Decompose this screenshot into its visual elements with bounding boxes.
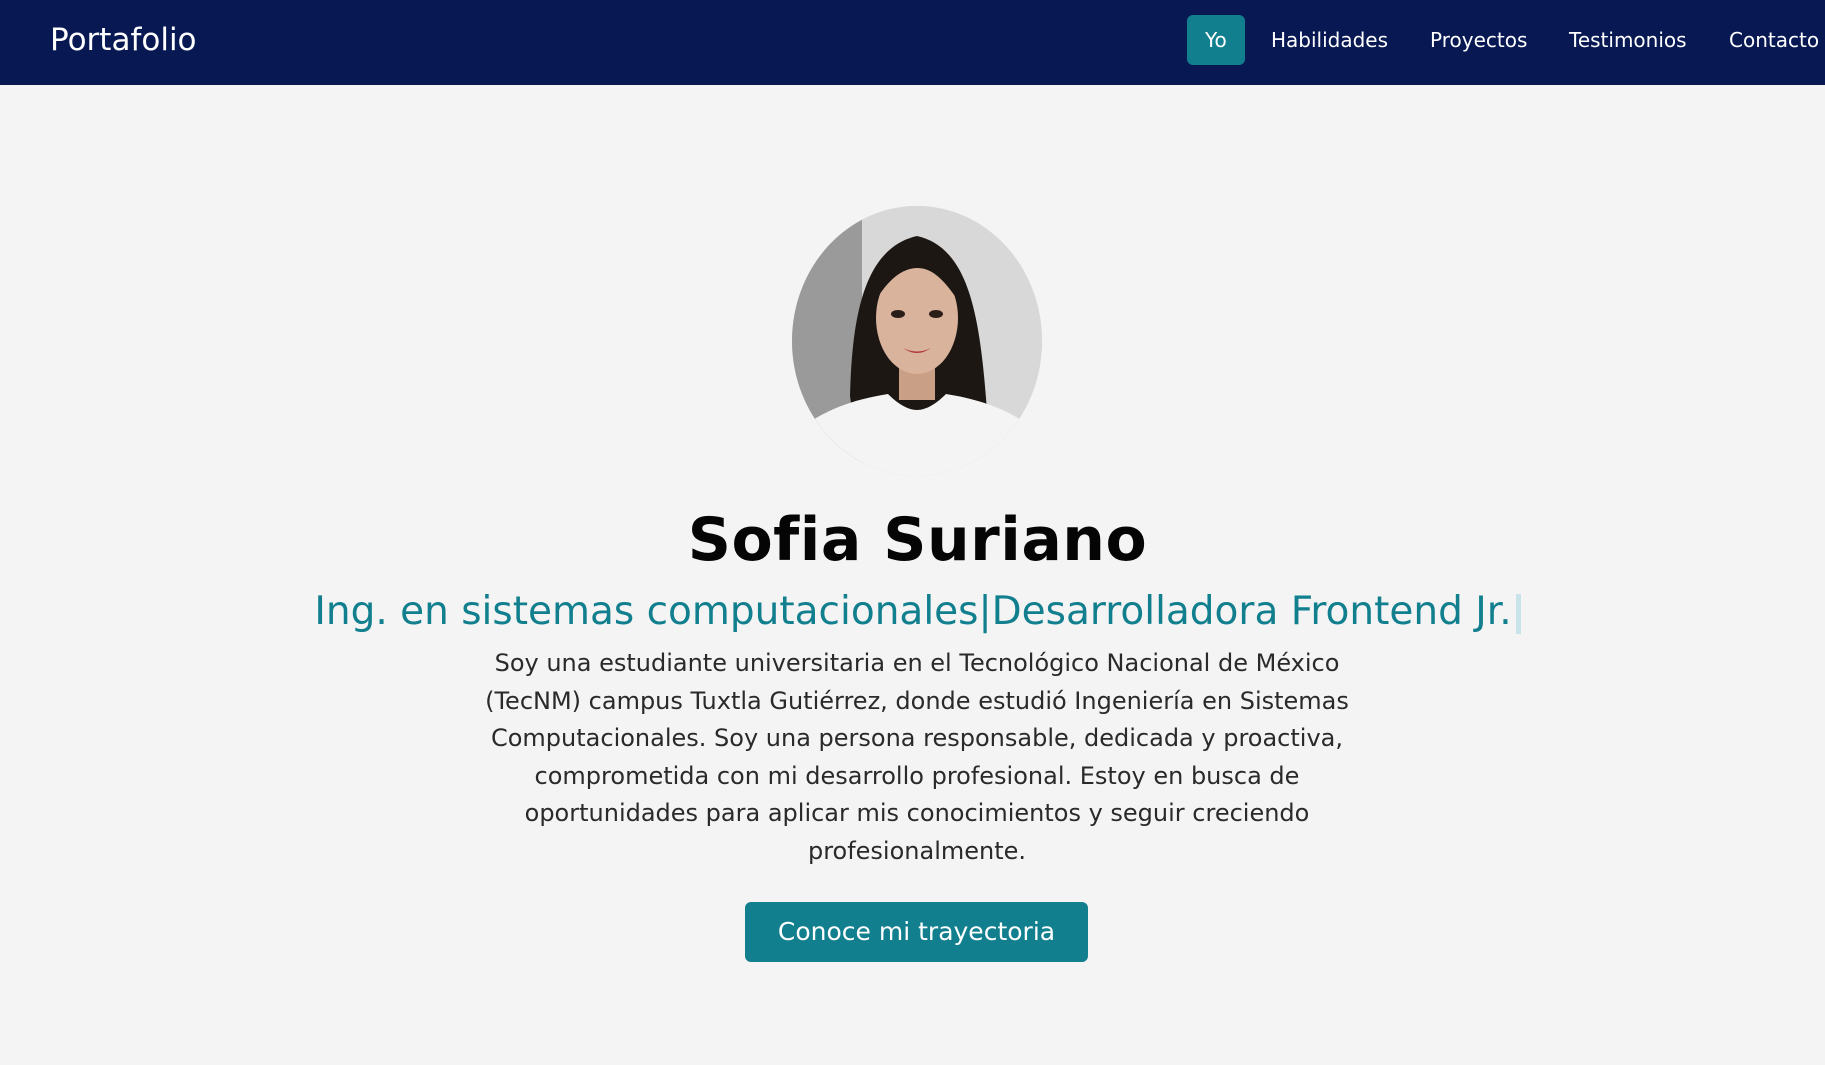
profile-role: Ing. en sistemas computacionales|Desarro… — [0, 587, 1825, 637]
brand-logo[interactable]: Portafolio — [50, 20, 197, 60]
nav-item-contacto[interactable]: Contacto — [1711, 15, 1825, 65]
nav-item-habilidades[interactable]: Habilidades — [1253, 15, 1406, 65]
top-navbar: Portafolio Yo Habilidades Proyectos Test… — [0, 0, 1825, 85]
trajectory-button[interactable]: Conoce mi trayectoria — [745, 902, 1088, 962]
typing-cursor — [1515, 593, 1521, 634]
profile-bio: Soy una estudiante universitaria en el T… — [485, 649, 1349, 865]
nav-item-testimonios[interactable]: Testimonios — [1551, 15, 1705, 65]
profile-name: Sofia Suriano — [687, 505, 1148, 575]
nav-item-proyectos[interactable]: Proyectos — [1412, 15, 1545, 65]
profile-avatar — [792, 206, 1042, 476]
hero-section: Sofia Suriano Ing. en sistemas computaci… — [0, 85, 1825, 1065]
nav-item-yo[interactable]: Yo — [1187, 15, 1245, 65]
profile-role-text: Ing. en sistemas computacionales|Desarro… — [314, 589, 1512, 634]
